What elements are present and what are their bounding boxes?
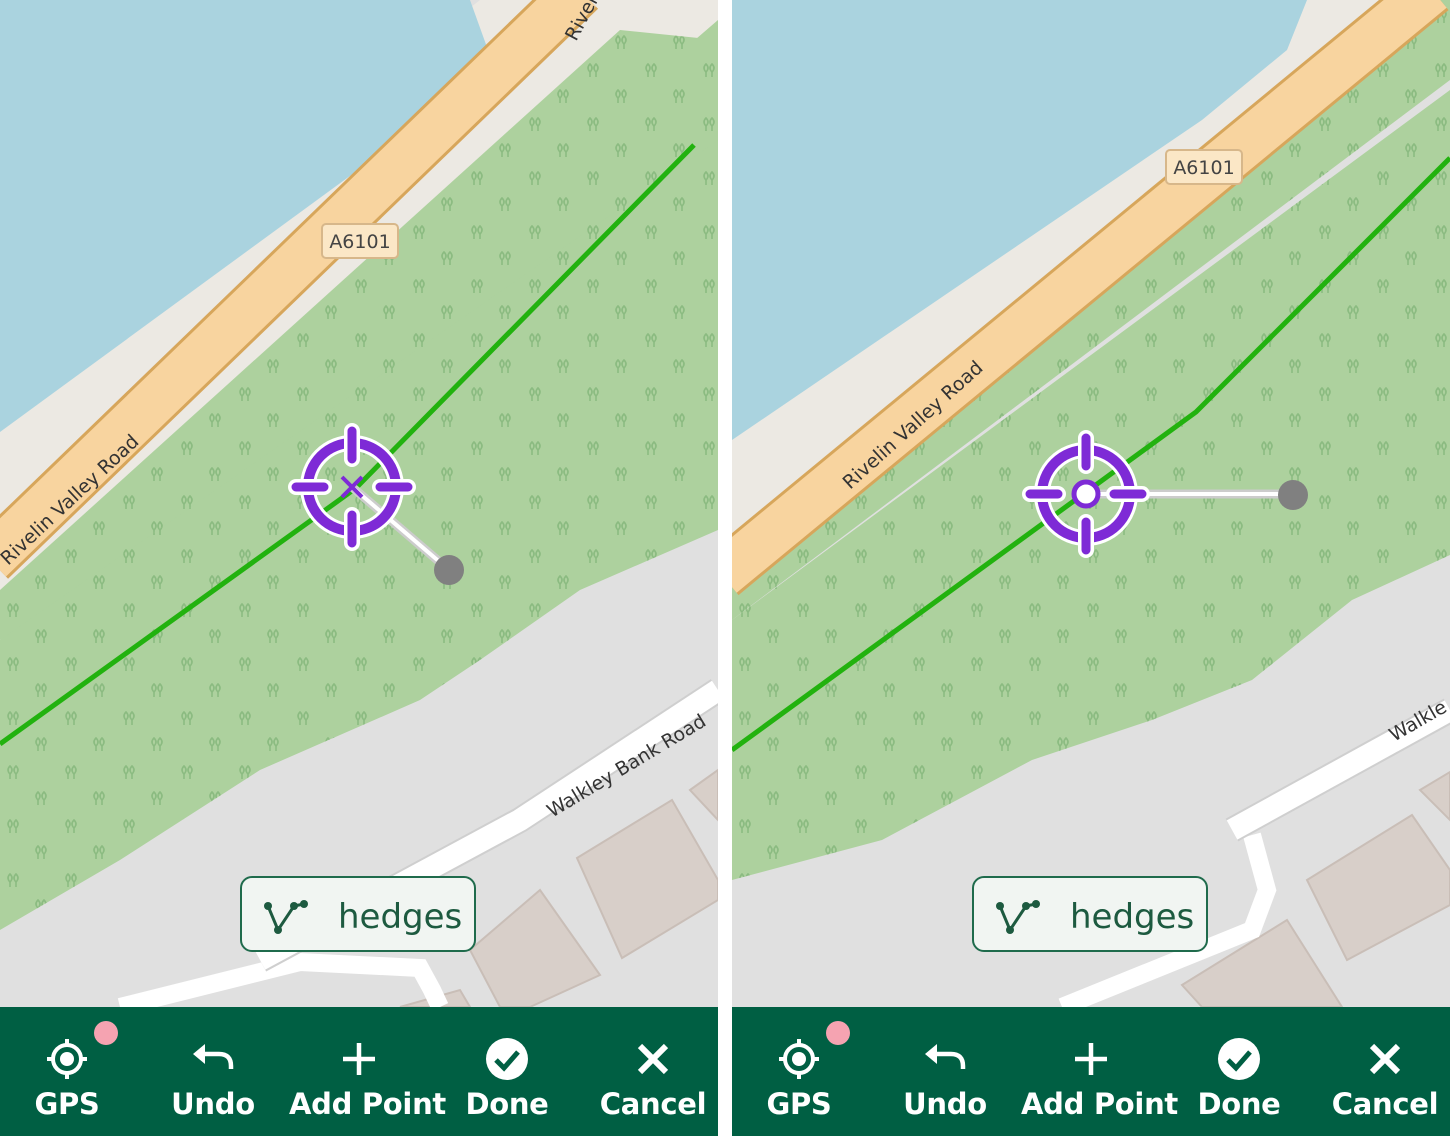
check-circle-icon [1218, 1038, 1260, 1080]
undo-button[interactable]: Undo [875, 1007, 1015, 1136]
check-circle-icon [486, 1038, 528, 1080]
close-icon [1369, 1043, 1401, 1075]
feature-type-chip[interactable]: hedges [240, 876, 476, 952]
vertex-point[interactable] [1278, 480, 1308, 510]
add-point-label: Add Point [1021, 1087, 1178, 1121]
road-ref-shield: A6101 [1165, 149, 1243, 185]
road-ref-label: A6101 [329, 231, 390, 253]
add-point-label: Add Point [289, 1087, 446, 1121]
road-ref-shield: A6101 [321, 223, 399, 259]
bottom-toolbar: GPS Undo Add Point Done Cancel [0, 1007, 718, 1136]
gps-crosshair-icon [779, 1039, 819, 1079]
gps-status-badge [94, 1021, 118, 1045]
undo-icon [193, 1044, 234, 1069]
done-button[interactable]: Done [1169, 1007, 1309, 1136]
cancel-button[interactable]: Cancel [1315, 1007, 1450, 1136]
map-view[interactable]: Rivelin Valley Road River A6101 Walkley … [0, 0, 718, 1007]
feature-type-chip[interactable]: hedges [972, 876, 1208, 952]
gps-label: GPS [34, 1087, 100, 1121]
gps-label: GPS [766, 1087, 832, 1121]
gps-status-badge [826, 1021, 850, 1045]
done-button[interactable]: Done [437, 1007, 577, 1136]
undo-label: Undo [903, 1087, 987, 1121]
map-view[interactable]: Rivelin Valley Road A6101 Walkle [732, 0, 1450, 1007]
undo-button[interactable]: Undo [143, 1007, 283, 1136]
plus-icon [343, 1043, 375, 1075]
add-point-button[interactable]: Add Point [1021, 1007, 1178, 1136]
cancel-label: Cancel [599, 1087, 707, 1121]
bottom-toolbar: GPS Undo Add Point Done Cancel [732, 1007, 1450, 1136]
map-panel-right: Rivelin Valley Road A6101 Walkle hedges … [732, 0, 1450, 1136]
feature-type-label: hedges [338, 897, 463, 937]
cancel-button[interactable]: Cancel [583, 1007, 718, 1136]
gps-crosshair-icon [47, 1039, 87, 1079]
close-icon [637, 1043, 669, 1075]
undo-label: Undo [171, 1087, 255, 1121]
line-vertices-icon [264, 900, 308, 934]
feature-type-label: hedges [1070, 897, 1195, 937]
plus-icon [1075, 1043, 1107, 1075]
cancel-label: Cancel [1331, 1087, 1439, 1121]
done-label: Done [465, 1087, 549, 1121]
vertex-point[interactable] [434, 555, 464, 585]
done-label: Done [1197, 1087, 1281, 1121]
undo-icon [925, 1044, 966, 1069]
map-panel-left: Rivelin Valley Road River A6101 Walkley … [0, 0, 718, 1136]
add-point-button[interactable]: Add Point [289, 1007, 446, 1136]
road-ref-label: A6101 [1173, 157, 1234, 179]
line-vertices-icon [996, 900, 1040, 934]
